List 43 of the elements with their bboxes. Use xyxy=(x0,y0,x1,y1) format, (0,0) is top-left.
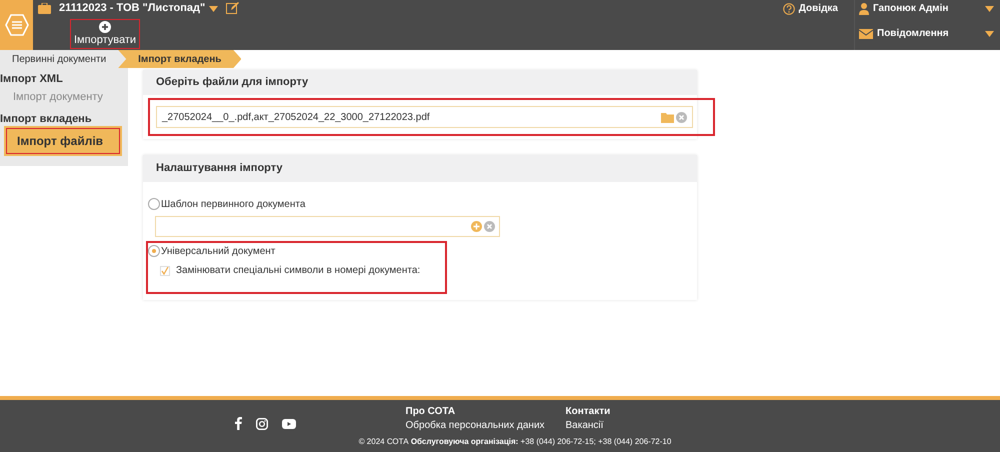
envelope-icon xyxy=(859,28,873,38)
sidebar-group-title: Імпорт XML xyxy=(0,72,64,86)
copyright-text: © 2024 СОТА Обслуговуюча організація: +38 (044) 206-72-15; +38 (044) 206-72-10 xyxy=(358,436,672,448)
instagram-icon[interactable] xyxy=(256,418,268,430)
panel-title: Налаштування імпорту xyxy=(156,161,283,176)
help-link[interactable]: Довідка xyxy=(798,1,838,16)
footer-link[interactable]: Про СОТА xyxy=(406,405,566,419)
edit-icon[interactable] xyxy=(226,2,240,15)
breadcrumb[interactable]: Імпорт вкладень xyxy=(118,50,242,68)
caret-icon[interactable] xyxy=(209,6,218,12)
clear-icon[interactable] xyxy=(484,221,495,232)
clear-icon[interactable] xyxy=(676,112,687,122)
caret-icon[interactable] xyxy=(985,30,994,36)
plus-icon xyxy=(99,21,111,33)
briefcase-icon xyxy=(38,3,51,14)
checkbox[interactable] xyxy=(160,266,170,276)
user-icon xyxy=(859,2,869,14)
add-icon[interactable] xyxy=(471,221,482,232)
logo-button[interactable] xyxy=(0,0,33,50)
radio-label[interactable]: Універсальний документ xyxy=(161,244,276,258)
checkbox-label[interactable]: Замінювати спеціальні символи в номері документа: xyxy=(176,263,420,278)
footer-link[interactable]: Контакти xyxy=(566,405,726,419)
radio-button[interactable] xyxy=(148,198,160,210)
import-button[interactable]: Імпортувати xyxy=(70,18,140,48)
panel-title: Оберіть файли для імпорту xyxy=(156,75,308,90)
menu-icon xyxy=(4,13,28,37)
footer-link[interactable]: Обробка персональних даних xyxy=(406,419,566,433)
breadcrumb[interactable]: Первинні документи xyxy=(0,50,126,68)
organization-name[interactable]: 21112023 - ТОВ "Листопад" xyxy=(59,0,206,17)
messages-link[interactable]: Повідомлення xyxy=(877,26,981,41)
folder-icon[interactable] xyxy=(661,112,674,122)
radio-label[interactable]: Шаблон первинного документа xyxy=(161,196,306,212)
footer-link[interactable]: Вакансії xyxy=(566,419,726,433)
user-name[interactable]: Гапонюк Адмін xyxy=(873,1,981,16)
template-field[interactable] xyxy=(155,216,500,237)
video-play-icon[interactable] xyxy=(282,418,296,428)
sidebar-group-title: Імпорт вкладень xyxy=(0,112,93,126)
file-field[interactable]: _27052024__0_.pdf,акт_27052024_22_3000_27122023.pdf xyxy=(156,106,693,128)
radio-button[interactable] xyxy=(148,245,160,257)
caret-icon[interactable] xyxy=(985,6,994,12)
sidebar-item[interactable]: Імпорт файлів xyxy=(4,126,122,156)
help-icon[interactable] xyxy=(782,2,795,14)
facebook-icon[interactable] xyxy=(234,417,242,430)
